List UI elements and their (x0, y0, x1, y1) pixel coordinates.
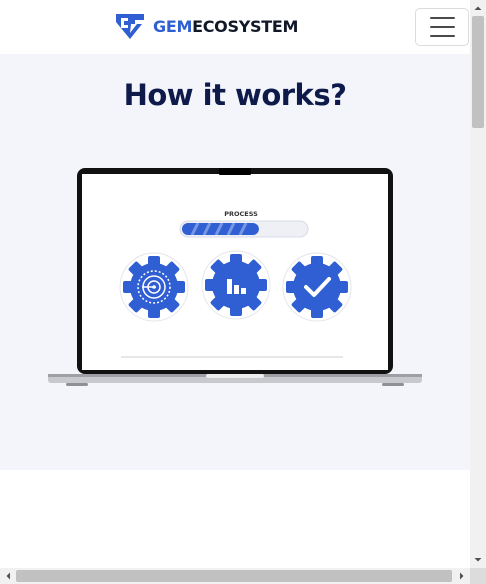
vertical-scrollbar-thumb[interactable] (472, 16, 484, 128)
laptop-notch (219, 168, 251, 175)
page-viewport: GEMECOSYSTEM How it works? PROCESS (0, 0, 470, 568)
laptop-foot-right (382, 383, 404, 386)
scroll-down-arrow-icon[interactable] (470, 552, 486, 568)
section-title: How it works? (123, 78, 347, 112)
next-section (0, 470, 470, 568)
scroll-left-arrow-icon[interactable] (0, 568, 16, 584)
brand-name-ecosystem: ECOSYSTEM (192, 16, 299, 36)
brand-name-gem: GEM (153, 16, 193, 36)
gem-shield-logo-icon (116, 14, 144, 39)
brand-link[interactable]: GEMECOSYSTEM (113, 10, 298, 42)
laptop-foot-left (66, 383, 88, 386)
scroll-up-arrow-icon[interactable] (470, 0, 486, 16)
hamburger-menu-icon-line (429, 35, 455, 37)
laptop-hinge-notch (206, 374, 264, 378)
scrollbar-corner (470, 568, 486, 584)
target-gear-icon (119, 252, 189, 322)
hamburger-menu-icon-line (429, 17, 455, 19)
hamburger-menu-icon-line (429, 26, 455, 28)
horizontal-scrollbar-thumb[interactable] (16, 570, 452, 582)
horizontal-scrollbar[interactable] (0, 568, 470, 584)
process-label: PROCESS (224, 210, 258, 218)
bar-chart-gear-icon (201, 250, 271, 320)
scroll-right-arrow-icon[interactable] (454, 568, 470, 584)
checkmark-gear-icon (282, 252, 352, 322)
navbar: GEMECOSYSTEM (0, 0, 470, 54)
vertical-scrollbar[interactable] (470, 0, 486, 568)
brand-name: GEMECOSYSTEM (153, 17, 298, 36)
laptop-process-illustration: PROCESS (48, 168, 422, 386)
how-it-works-section: How it works? PROCESS (0, 54, 470, 470)
menu-toggle-button[interactable] (415, 8, 469, 46)
